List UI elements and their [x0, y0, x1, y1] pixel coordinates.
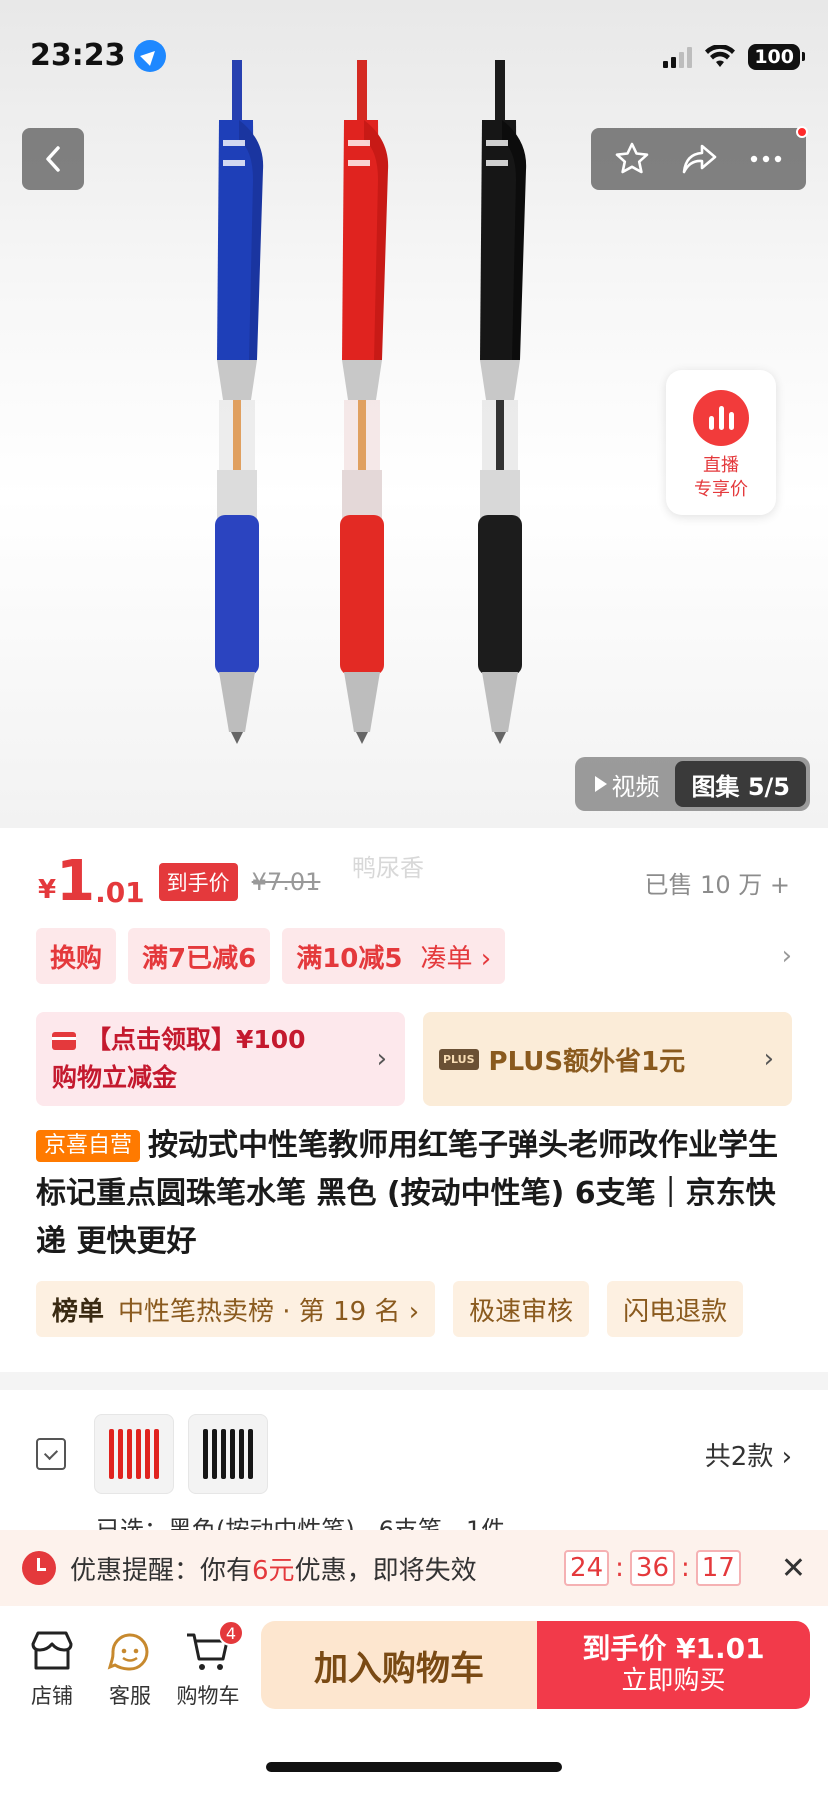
countdown-timer: 24: 36: 17 [564, 1550, 741, 1586]
coupon-line1: 【点击领取】¥100 [86, 1025, 306, 1054]
price-integer: 1 [56, 849, 96, 914]
status-time: 23:23 [30, 38, 166, 73]
live-price-badge[interactable]: 直播 专享价 [666, 370, 776, 515]
combo-action: 凑单 › [420, 943, 492, 974]
price-row: ¥ 1 .01 到手价 ¥7.01 已售 10 万 + [38, 852, 790, 912]
spec-selector[interactable]: 共2款 › [36, 1414, 792, 1494]
clock-icon [22, 1551, 56, 1585]
reminder-amount: 6元 [252, 1555, 295, 1586]
black-pen-image [478, 60, 527, 744]
promo-chip-discount[interactable]: 满7已减6 [128, 928, 271, 984]
notification-dot [796, 126, 808, 138]
blue-pen-image [215, 60, 264, 744]
coupon-line2: 购物立减金 [52, 1063, 178, 1092]
red-pen-image [340, 60, 389, 744]
promo-chip-combo[interactable]: 满10减5 凑单 › [282, 928, 506, 984]
add-to-cart-button[interactable]: 加入购物车 [261, 1621, 537, 1709]
time-text: 23:23 [30, 38, 126, 73]
customer-service-button[interactable]: 客服 [90, 1626, 170, 1710]
promo-chip-exchange[interactable]: 换购 [36, 928, 117, 984]
top-action-bar [591, 126, 808, 190]
instant-refund-chip[interactable]: 闪电退款 [607, 1281, 744, 1337]
buy-price-label: 到手价 ¥1.01 [582, 1632, 765, 1665]
plus-savings-label: PLUS额外省1元 [488, 1046, 686, 1077]
reminder-text: 优惠提醒：你有6元优惠，即将失效 [70, 1550, 477, 1587]
tab-gallery-label: 图集 5/5 [691, 772, 790, 801]
coupon-row: 【点击领取】¥100 购物立减金 › PLUS PLUS额外省1元 › [36, 1012, 792, 1106]
plus-badge-icon: PLUS [439, 1048, 479, 1070]
discount-reminder-bar: 优惠提醒：你有6元优惠，即将失效 24: 36: 17 ✕ [0, 1530, 828, 1606]
status-indicators: 100 [663, 44, 805, 70]
cell-signal-icon [663, 46, 693, 68]
live-badge-line1: 直播 [703, 455, 739, 476]
self-operated-tag: 京喜自营 [36, 1130, 141, 1162]
close-icon[interactable]: ✕ [781, 1551, 806, 1586]
media-tabs: 视频 图集 5/5 [575, 757, 810, 811]
customer-service-icon [107, 1633, 149, 1671]
card-icon [52, 1032, 76, 1050]
product-image-gallery[interactable]: 23:23 100 直播 专享价 视频 图集 5/5 [0, 0, 828, 828]
home-indicator [266, 1762, 562, 1772]
cart-label: 购物车 [176, 1684, 240, 1708]
variant-count[interactable]: 共2款 › [705, 1436, 792, 1473]
tab-gallery[interactable]: 图集 5/5 [675, 761, 806, 807]
shop-button[interactable]: 店铺 [12, 1626, 92, 1710]
reminder-suffix: 优惠，即将失效 [294, 1555, 477, 1586]
ranking-label: 榜单 [52, 1296, 105, 1327]
location-arrow-icon [133, 39, 166, 72]
timer-hours: 24 [564, 1550, 610, 1586]
product-title: 京喜自营 按动式中性笔教师用红笔子弹头老师改作业学生标记重点圆珠笔水笔 黑色 (按… [36, 1122, 792, 1266]
variant-thumb-black[interactable] [188, 1414, 268, 1494]
wifi-icon [705, 45, 736, 67]
sold-count: 已售 10 万 + [644, 870, 790, 899]
chevron-right-icon: › [376, 1044, 387, 1074]
shop-label: 店铺 [31, 1684, 73, 1708]
cart-badge: 4 [218, 1620, 244, 1646]
plus-savings-button[interactable]: PLUS PLUS额外省1元 › [423, 1012, 792, 1106]
timer-seconds: 17 [695, 1550, 741, 1586]
variant-thumb-red[interactable] [94, 1414, 174, 1494]
spec-check-icon [36, 1438, 66, 1470]
section-divider [0, 1372, 828, 1390]
combo-label: 满10减5 [296, 943, 403, 974]
rank-row: 榜单 中性笔热卖榜 · 第 19 名 › 极速审核 闪电退款 [36, 1281, 792, 1337]
cart-button[interactable]: 4 购物车 [168, 1620, 248, 1710]
play-icon [595, 776, 608, 792]
timer-minutes: 36 [629, 1550, 675, 1586]
chevron-left-icon [46, 146, 60, 172]
tab-video-label: 视频 [611, 772, 660, 801]
back-button[interactable] [22, 128, 84, 190]
final-price-tag: 到手价 [158, 863, 238, 901]
buy-now-label: 立即购买 [621, 1666, 726, 1696]
reminder-prefix: 优惠提醒：你有 [70, 1555, 253, 1586]
service-label: 客服 [109, 1684, 151, 1708]
star-favorite-icon[interactable] [614, 141, 650, 177]
buy-now-button[interactable]: 到手价 ¥1.01 立即购买 [537, 1621, 810, 1709]
live-bars-icon [693, 390, 749, 446]
price-decimal: .01 [95, 875, 145, 909]
price-currency: ¥ [38, 875, 57, 905]
fast-review-chip[interactable]: 极速审核 [453, 1281, 590, 1337]
original-price: ¥7.01 [251, 868, 321, 896]
ranking-chip[interactable]: 榜单 中性笔热卖榜 · 第 19 名 › [36, 1281, 436, 1337]
promo-row: 换购 满7已减6 满10减5 凑单 › › [36, 928, 792, 984]
tab-video[interactable]: 视频 [579, 761, 675, 807]
battery-icon: 100 [748, 44, 805, 70]
share-icon[interactable] [680, 142, 718, 176]
live-badge-line2: 专享价 [694, 479, 748, 500]
coupon-claim-button[interactable]: 【点击领取】¥100 购物立减金 › [36, 1012, 405, 1106]
ranking-text: 中性笔热卖榜 · 第 19 名 › [118, 1296, 420, 1327]
shop-icon [31, 1631, 73, 1670]
promo-more-chevron-icon[interactable]: › [782, 941, 792, 971]
product-title-text: 按动式中性笔教师用红笔子弹头老师改作业学生标记重点圆珠笔水笔 黑色 (按动中性笔… [36, 1128, 779, 1259]
chevron-right-icon: › [763, 1044, 774, 1074]
more-icon[interactable] [749, 154, 783, 164]
